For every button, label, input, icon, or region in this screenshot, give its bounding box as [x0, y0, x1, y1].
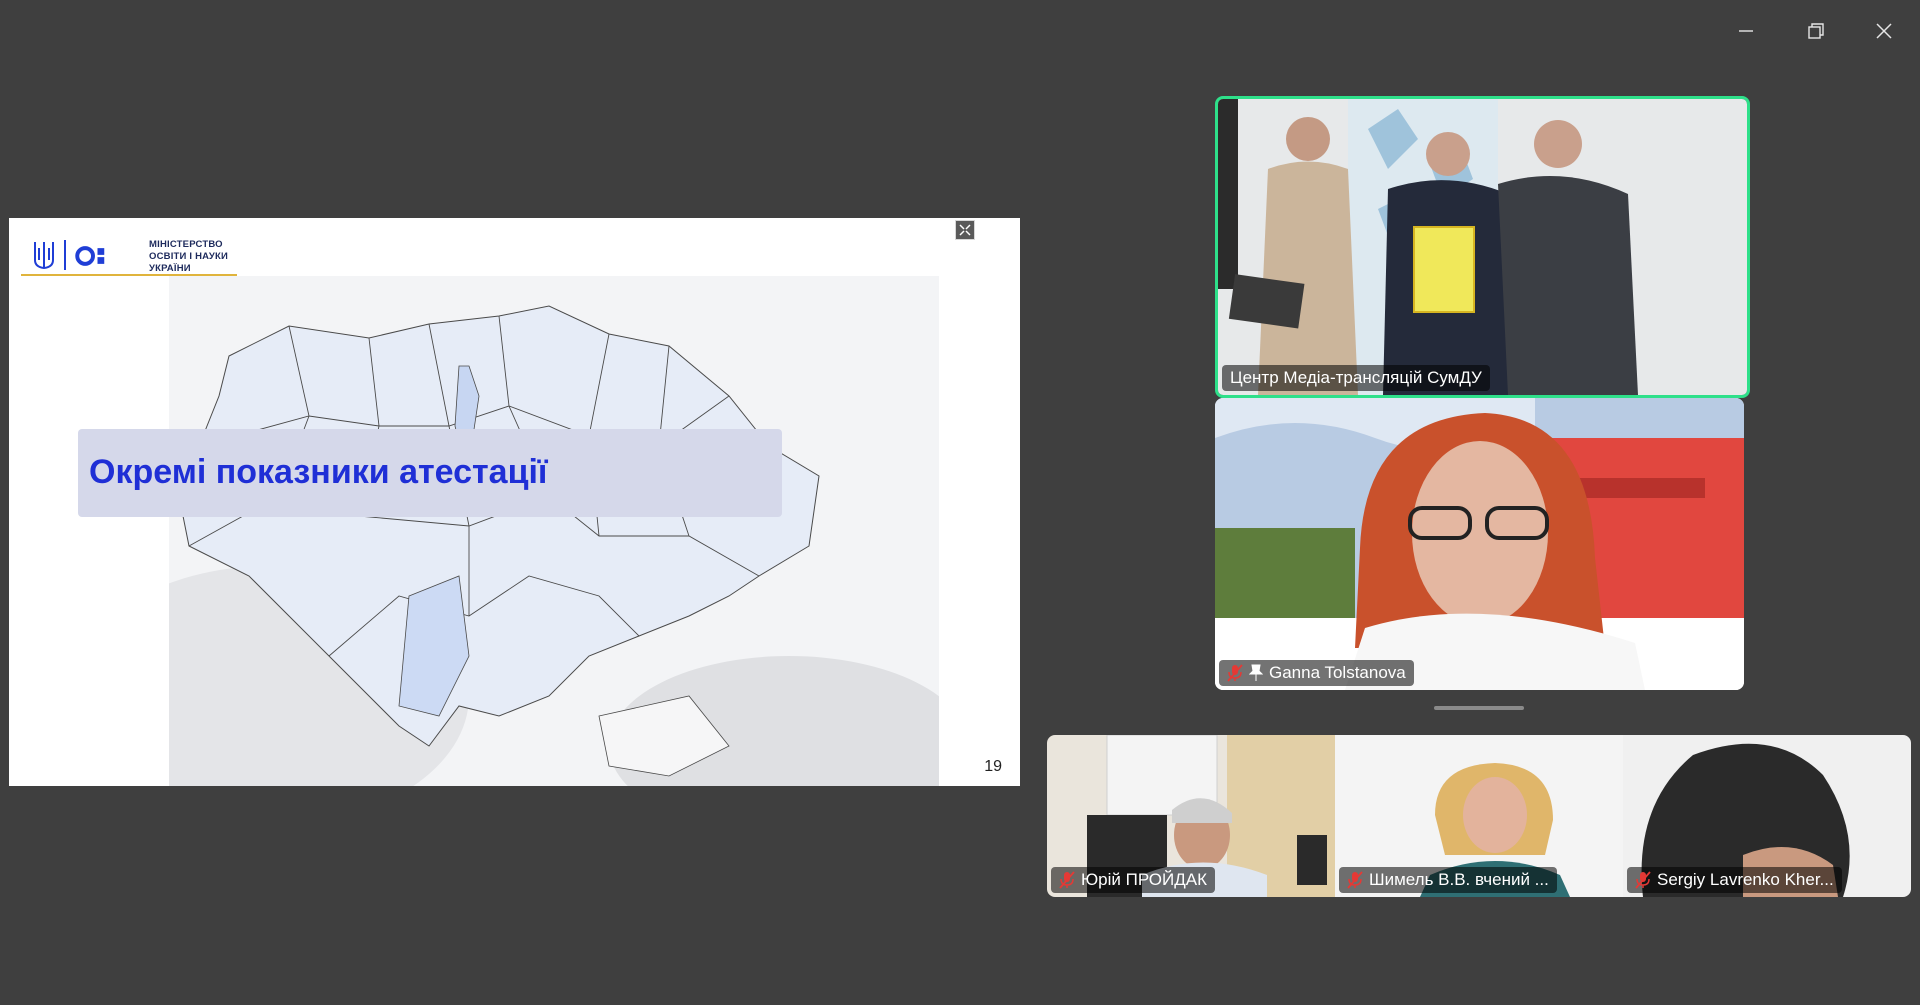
video-tile-yuriy-proydak[interactable]: Юрій ПРОЙДАК: [1047, 735, 1335, 897]
restore-button[interactable]: [1784, 8, 1848, 54]
participant-nametag: Sergiy Lavrenko Kher...: [1627, 867, 1842, 893]
participant-name: Центр Медіа-трансляцій СумДУ: [1230, 368, 1482, 387]
microphone-muted-icon: [1227, 664, 1243, 682]
video-tile-shymel[interactable]: Шимель В.В. вчений ...: [1335, 735, 1623, 897]
video-panel-scroll-handle[interactable]: [1434, 706, 1524, 710]
participant-nametag: Шимель В.В. вчений ...: [1339, 867, 1557, 893]
video-tile-featured[interactable]: Центр Медіа-трансляцій СумДУ: [1215, 96, 1750, 398]
ukraine-map-background: [169, 276, 939, 786]
restore-icon: [1808, 23, 1824, 39]
participant-name: Юрій ПРОЙДАК: [1081, 870, 1208, 889]
slide-title-box: Окремі показники атестації: [78, 429, 782, 517]
ministry-name: МІНІСТЕРСТВО ОСВІТИ І НАУКИ УКРАЇНИ: [149, 239, 228, 274]
shared-screen-slide: МІНІСТЕРСТВО ОСВІТИ І НАУКИ УКРАЇНИ Окре…: [9, 218, 1020, 786]
ministry-logo: МІНІСТЕРСТВО ОСВІТИ І НАУКИ УКРАЇНИ: [21, 228, 237, 276]
mon-logo-icon: [75, 246, 105, 266]
participant-nametag: Центр Медіа-трансляцій СумДУ: [1222, 365, 1490, 391]
video-tile-ganna-tolstanova[interactable]: Ganna Tolstanova: [1215, 398, 1744, 690]
video-feed: [1215, 398, 1744, 690]
expand-shared-screen-button[interactable]: [955, 220, 975, 240]
pin-icon: [1249, 664, 1263, 681]
participant-nametag: Юрій ПРОЙДАК: [1051, 867, 1216, 893]
close-button[interactable]: [1852, 8, 1916, 54]
trident-icon: [34, 242, 54, 270]
microphone-muted-icon: [1635, 871, 1651, 889]
video-tile-sergiy-lavrenko[interactable]: Sergiy Lavrenko Kher...: [1623, 735, 1911, 897]
minimize-button[interactable]: [1714, 8, 1778, 54]
slide-page-number: 19: [984, 758, 1002, 775]
close-icon: [1876, 23, 1892, 39]
minimize-icon: [1739, 30, 1753, 32]
microphone-muted-icon: [1059, 871, 1075, 889]
video-feed: [1218, 99, 1747, 395]
expand-icon: [959, 224, 971, 236]
participant-nametag: Ganna Tolstanova: [1219, 660, 1414, 686]
slide-title: Окремі показники атестації: [89, 453, 548, 491]
microphone-muted-icon: [1347, 871, 1363, 889]
participant-name: Ganna Tolstanova: [1269, 663, 1406, 682]
participant-name: Sergiy Lavrenko Kher...: [1657, 870, 1834, 889]
participant-name: Шимель В.В. вчений ...: [1369, 870, 1549, 889]
